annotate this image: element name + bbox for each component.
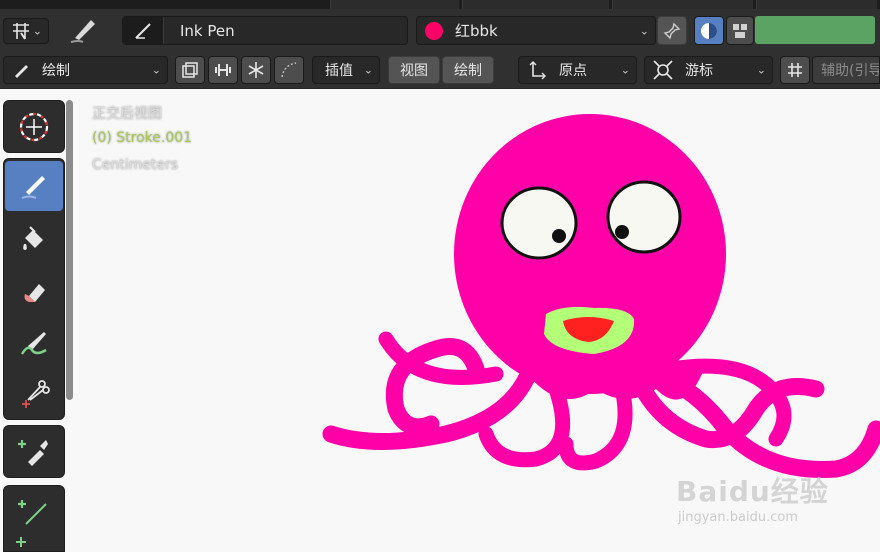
line-tool[interactable] — [5, 488, 63, 536]
workspace-tab[interactable] — [612, 0, 753, 9]
pencil-icon — [12, 61, 30, 79]
sphere-half-icon — [699, 21, 719, 41]
right-pupil — [615, 225, 629, 239]
material-name: 红bbk — [455, 22, 498, 40]
chevron-down-icon: ⌄ — [639, 24, 649, 37]
eraser-icon — [19, 276, 49, 306]
guides-label: 辅助(引导 — [821, 63, 880, 79]
paint-bucket-icon — [19, 224, 49, 254]
workspace-tab[interactable] — [330, 0, 459, 9]
pin-material-button[interactable] — [657, 16, 687, 45]
brush-icon — [18, 328, 50, 358]
drawing-plane-selector[interactable]: 游标 ⌄ — [644, 56, 773, 84]
draw-tool[interactable] — [5, 161, 63, 211]
plus-icon — [15, 536, 27, 548]
origin-label: 原点 — [559, 63, 587, 79]
draw-menu-label: 绘制 — [454, 63, 482, 79]
chevron-down-icon: ⌄ — [32, 24, 42, 38]
origin-axis-icon — [527, 60, 547, 80]
tool-group-primitives — [3, 485, 65, 552]
object-name: (0) Stroke.001 — [92, 130, 193, 146]
palette-icon — [731, 22, 749, 40]
arc-tool[interactable] — [5, 536, 63, 552]
vertex-color-swatch[interactable] — [755, 16, 875, 44]
weight-button[interactable] — [208, 56, 238, 84]
eyedropper-icon — [18, 436, 50, 468]
unit-label: Centimeters — [92, 157, 179, 173]
left-eye — [500, 186, 578, 260]
interpolate-label: 插值 — [325, 63, 353, 79]
mode-label: 绘制 — [42, 63, 70, 79]
stroke-placement-selector[interactable]: 原点 ⌄ — [518, 56, 637, 84]
tool-group-drawing — [3, 158, 65, 420]
brush-selector[interactable]: Ink Pen — [122, 16, 408, 45]
snowflake-icon — [247, 61, 265, 79]
grease-pencil-editor-icon — [10, 22, 32, 40]
viewport-header: 绘制 ⌄ 插值 ⌄ 视图 绘制 原点 ⌄ 游标 ⌄ 辅助(引导 — [0, 52, 880, 89]
fill-tool[interactable] — [5, 213, 63, 265]
material-selector[interactable]: 红bbk ⌄ — [416, 16, 656, 45]
dumbbell-icon — [214, 61, 232, 79]
grid-hash-icon — [786, 61, 804, 79]
pencil-tool-icon — [66, 13, 100, 47]
curve-dotted-icon — [280, 61, 298, 79]
watermark-brand: Baidu经验 — [676, 475, 829, 508]
chevron-down-icon: ⌄ — [756, 63, 766, 77]
cursor-label: 游标 — [685, 63, 713, 79]
line-icon — [18, 496, 50, 528]
tool-group-eyedropper — [3, 425, 65, 478]
octopus-body — [516, 359, 706, 400]
layers-icon — [181, 61, 199, 79]
eyedropper-tool[interactable] — [5, 428, 63, 476]
view-menu[interactable]: 视图 — [388, 56, 440, 84]
guides-toggle[interactable] — [780, 56, 810, 84]
brush-preview-icon — [123, 17, 164, 44]
brush-name: Ink Pen — [180, 21, 235, 40]
view-menu-label: 视图 — [400, 63, 428, 79]
watermark: Baidu经验 jingyan.baidu.com — [676, 470, 829, 525]
draw-menu[interactable]: 绘制 — [442, 56, 494, 84]
material-mode-button[interactable] — [694, 16, 724, 45]
right-eye — [606, 180, 682, 254]
material-color-swatch — [425, 21, 443, 40]
mode-selector[interactable]: 绘制 ⌄ — [3, 56, 168, 84]
erase-tool[interactable] — [5, 265, 63, 317]
freeze-button[interactable] — [241, 56, 271, 84]
tint-tool[interactable] — [5, 317, 63, 369]
pin-icon — [663, 22, 681, 40]
pencil-icon — [18, 170, 50, 202]
multiframe-button[interactable] — [175, 56, 205, 84]
tool-group-cursor — [3, 100, 65, 153]
cursor-tool[interactable] — [5, 104, 63, 150]
chevron-down-icon: ⌄ — [363, 63, 373, 77]
crosshair-cursor-icon — [16, 109, 52, 145]
editor-type-selector[interactable]: ⌄ — [3, 18, 49, 44]
workspace-tab[interactable] — [756, 0, 877, 9]
vertex-color-button[interactable] — [726, 16, 754, 45]
tool-settings-header: ⌄ Ink Pen 红bbk ⌄ — [0, 9, 880, 52]
guides-button[interactable]: 辅助(引导 — [812, 56, 880, 84]
view-name: 正交后视图 — [92, 106, 162, 122]
tool-shelf-scrollbar[interactable] — [66, 100, 73, 400]
cursor-target-icon — [653, 60, 673, 80]
left-pupil — [552, 229, 566, 243]
workspace-tab[interactable] — [462, 0, 609, 9]
scissors-icon — [18, 378, 50, 410]
cutter-tool[interactable] — [5, 369, 63, 419]
interpolate-menu[interactable]: 插值 ⌄ — [312, 56, 380, 84]
workspace-tab-strip — [0, 0, 880, 9]
chevron-down-icon: ⌄ — [620, 63, 630, 77]
chevron-down-icon: ⌄ — [151, 63, 161, 77]
proportional-edit-button[interactable] — [274, 56, 304, 84]
watermark-url: jingyan.baidu.com — [678, 510, 798, 525]
